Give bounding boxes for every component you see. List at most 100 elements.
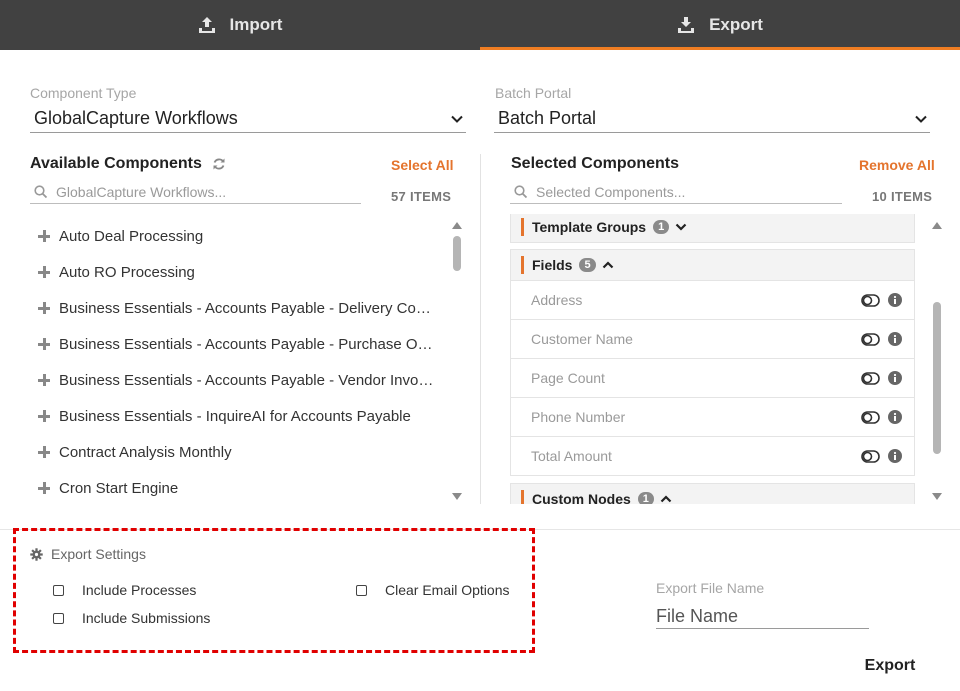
panel-divider bbox=[480, 154, 481, 504]
toggle-icon[interactable] bbox=[861, 372, 880, 385]
available-items-count: 57 ITEMS bbox=[391, 189, 452, 204]
group-count-badge: 5 bbox=[579, 258, 596, 272]
available-scrollbar[interactable] bbox=[451, 220, 463, 502]
plus-icon[interactable] bbox=[38, 302, 50, 314]
toggle-icon[interactable] bbox=[861, 333, 880, 346]
search-icon bbox=[34, 184, 48, 198]
info-icon[interactable] bbox=[888, 410, 902, 424]
available-components-list: Auto Deal Processing Auto RO Processing Bu… bbox=[30, 218, 440, 504]
download-icon bbox=[677, 16, 695, 34]
component-name: Business Essentials - InquireAI for Acco… bbox=[59, 407, 411, 425]
plus-icon[interactable] bbox=[38, 410, 50, 422]
group-accent-bar bbox=[521, 218, 524, 236]
component-name: Business Essentials - Accounts Payable -… bbox=[59, 335, 433, 353]
field-name: Page Count bbox=[531, 370, 605, 386]
remove-all-link[interactable]: Remove All bbox=[859, 157, 935, 173]
export-file-name-label: Export File Name bbox=[656, 580, 765, 596]
plus-icon[interactable] bbox=[38, 266, 50, 278]
batch-portal-select[interactable]: Batch Portal bbox=[494, 105, 930, 133]
component-type-label: Component Type bbox=[30, 85, 137, 101]
export-file-name-input[interactable] bbox=[656, 605, 869, 629]
info-icon[interactable] bbox=[888, 371, 902, 385]
scroll-thumb[interactable] bbox=[933, 302, 941, 454]
component-name: Auto RO Processing bbox=[59, 263, 195, 281]
toggle-icon[interactable] bbox=[861, 450, 880, 463]
plus-icon[interactable] bbox=[38, 338, 50, 350]
highlight-annotation-box bbox=[13, 528, 535, 653]
selected-components-list: Template Groups 1 Fields 5 Address Custom… bbox=[510, 214, 916, 504]
selected-search-placeholder: Selected Components... bbox=[536, 183, 686, 200]
chevron-down-icon bbox=[915, 115, 927, 123]
available-components-title: Available Components bbox=[30, 155, 202, 172]
available-search-input[interactable]: GlobalCapture Workflows... bbox=[30, 180, 361, 204]
chevron-up-icon[interactable] bbox=[660, 493, 672, 504]
toggle-icon[interactable] bbox=[861, 411, 880, 424]
scroll-down-arrow[interactable] bbox=[452, 493, 462, 500]
export-button[interactable]: Export bbox=[852, 655, 928, 677]
toggle-icon[interactable] bbox=[861, 294, 880, 307]
selected-components-title: Selected Components bbox=[511, 155, 680, 172]
group-name: Custom Nodes bbox=[532, 491, 631, 504]
group-name: Template Groups bbox=[532, 219, 647, 235]
group-fields[interactable]: Fields 5 bbox=[510, 249, 915, 281]
component-type-value: GlobalCapture Workflows bbox=[34, 108, 238, 128]
scroll-thumb[interactable] bbox=[453, 236, 461, 271]
group-accent-bar bbox=[521, 256, 524, 274]
component-list-item[interactable]: Auto Deal Processing bbox=[30, 218, 440, 254]
field-row: Total Amount bbox=[510, 437, 915, 476]
field-name: Total Amount bbox=[531, 448, 612, 464]
component-name: Business Essentials - Accounts Payable -… bbox=[59, 371, 434, 389]
tab-import[interactable]: Import bbox=[0, 0, 480, 50]
selected-scrollbar[interactable] bbox=[931, 220, 943, 502]
component-list-item[interactable]: Business Essentials - InquireAI for Acco… bbox=[30, 398, 440, 434]
field-name: Customer Name bbox=[531, 331, 633, 347]
info-icon[interactable] bbox=[888, 293, 902, 307]
component-list-item[interactable]: Auto RO Processing bbox=[30, 254, 440, 290]
plus-icon[interactable] bbox=[38, 482, 50, 494]
plus-icon[interactable] bbox=[38, 446, 50, 458]
batch-portal-label: Batch Portal bbox=[495, 85, 572, 101]
component-name: Business Essentials - Accounts Payable -… bbox=[59, 299, 431, 317]
component-name: Contract Analysis Monthly bbox=[59, 443, 232, 461]
component-list-item[interactable]: Business Essentials - Accounts Payable -… bbox=[30, 362, 440, 398]
chevron-up-icon[interactable] bbox=[602, 259, 614, 271]
component-list-item[interactable]: Business Essentials - Accounts Payable -… bbox=[30, 326, 440, 362]
group-custom-nodes[interactable]: Custom Nodes 1 bbox=[510, 483, 915, 504]
component-name: Cron Start Engine bbox=[59, 479, 179, 497]
field-name: Address bbox=[531, 292, 583, 308]
component-list-item[interactable]: Cron Start Engine bbox=[30, 470, 440, 504]
group-accent-bar bbox=[521, 490, 524, 504]
group-count-badge: 1 bbox=[637, 492, 654, 504]
plus-icon[interactable] bbox=[38, 230, 50, 242]
chevron-down-icon[interactable] bbox=[675, 221, 687, 233]
selected-search-input[interactable]: Selected Components... bbox=[510, 180, 842, 204]
search-icon bbox=[514, 184, 528, 198]
field-row: Address bbox=[510, 281, 915, 320]
field-row: Phone Number bbox=[510, 398, 915, 437]
info-icon[interactable] bbox=[888, 332, 902, 346]
scroll-down-arrow[interactable] bbox=[932, 493, 942, 500]
select-all-link[interactable]: Select All bbox=[391, 157, 454, 173]
top-tab-bar: Import Export bbox=[0, 0, 960, 50]
upload-icon bbox=[198, 16, 216, 34]
scroll-up-arrow[interactable] bbox=[452, 222, 462, 229]
component-list-item[interactable]: Contract Analysis Monthly bbox=[30, 434, 440, 470]
batch-portal-value: Batch Portal bbox=[498, 108, 597, 128]
component-type-select[interactable]: GlobalCapture Workflows bbox=[30, 105, 466, 133]
available-components-header: Available Components bbox=[30, 155, 226, 173]
info-icon[interactable] bbox=[888, 449, 902, 463]
selected-items-count: 10 ITEMS bbox=[872, 189, 933, 204]
field-row: Page Count bbox=[510, 359, 915, 398]
plus-icon[interactable] bbox=[38, 374, 50, 386]
tab-export[interactable]: Export bbox=[480, 0, 960, 50]
field-row: Customer Name bbox=[510, 320, 915, 359]
component-name: Auto Deal Processing bbox=[59, 227, 204, 245]
tab-import-label: Import bbox=[229, 15, 283, 34]
scroll-up-arrow[interactable] bbox=[932, 222, 942, 229]
component-list-item[interactable]: Business Essentials - Accounts Payable -… bbox=[30, 290, 440, 326]
refresh-icon[interactable] bbox=[212, 157, 226, 171]
group-count-badge: 1 bbox=[653, 220, 670, 234]
chevron-down-icon bbox=[451, 115, 463, 123]
available-search-placeholder: GlobalCapture Workflows... bbox=[56, 183, 227, 200]
group-template-groups[interactable]: Template Groups 1 bbox=[510, 214, 915, 243]
